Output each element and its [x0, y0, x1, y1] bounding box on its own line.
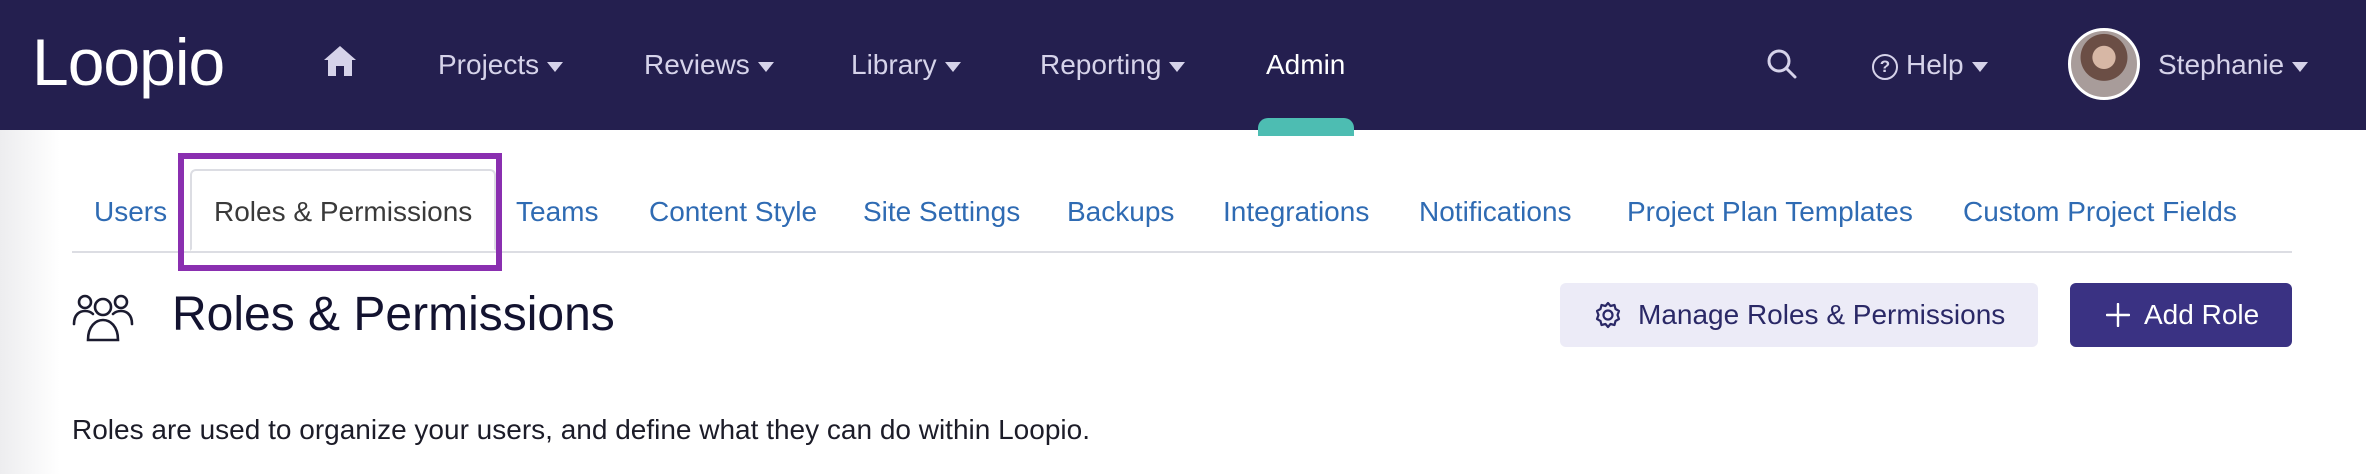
tab-notifications[interactable]: Notifications	[1419, 187, 1572, 237]
tab-highlight-box	[178, 153, 502, 271]
chevron-down-icon	[2292, 61, 2309, 72]
top-navigation-bar: Loopio Projects Reviews Library Reportin…	[0, 0, 2366, 136]
users-icon	[72, 294, 134, 342]
user-menu[interactable]: Stephanie	[2158, 40, 2309, 90]
nav-projects-label: Projects	[438, 49, 540, 80]
nav-projects[interactable]: Projects	[438, 40, 564, 90]
chevron-down-icon	[757, 61, 774, 72]
help-circle-icon: ?	[1872, 53, 1898, 80]
nav-reporting-label: Reporting	[1040, 49, 1162, 80]
tab-teams[interactable]: Teams	[516, 187, 598, 237]
tab-backups[interactable]: Backups	[1067, 187, 1174, 237]
help-menu[interactable]: ? Help	[1872, 40, 1988, 90]
plus-icon	[2106, 303, 2130, 327]
tab-custom-project-fields[interactable]: Custom Project Fields	[1963, 187, 2237, 237]
help-label: Help	[1906, 49, 1964, 80]
nav-admin-label: Admin	[1266, 49, 1346, 80]
tab-project-plan-templates[interactable]: Project Plan Templates	[1627, 187, 1913, 237]
active-nav-indicator	[1258, 118, 1354, 136]
chevron-down-icon	[1169, 61, 1186, 72]
chevron-down-icon	[1971, 61, 1988, 72]
tab-content-style[interactable]: Content Style	[649, 187, 817, 237]
nav-admin[interactable]: Admin	[1266, 40, 1345, 90]
page-title: Roles & Permissions	[172, 288, 615, 341]
tab-users[interactable]: Users	[94, 187, 167, 237]
search-icon[interactable]	[1766, 48, 1798, 80]
avatar[interactable]	[2068, 28, 2140, 100]
nav-reporting[interactable]: Reporting	[1040, 40, 1186, 90]
chevron-down-icon	[944, 61, 961, 72]
tab-integrations[interactable]: Integrations	[1223, 187, 1369, 237]
add-role-label: Add Role	[2144, 299, 2260, 330]
chevron-down-icon	[547, 61, 564, 72]
tab-site-settings[interactable]: Site Settings	[863, 187, 1020, 237]
manage-roles-label: Manage Roles & Permissions	[1638, 299, 2006, 330]
nav-reviews-label: Reviews	[644, 49, 750, 80]
user-name: Stephanie	[2158, 49, 2285, 80]
add-role-button[interactable]: Add Role	[2070, 283, 2292, 347]
gear-icon	[1595, 301, 1621, 329]
nav-library-label: Library	[851, 49, 937, 80]
page-description: Roles are used to organize your users, a…	[72, 414, 1090, 445]
manage-roles-button[interactable]: Manage Roles & Permissions	[1560, 283, 2038, 347]
home-icon[interactable]	[322, 44, 358, 78]
loopio-logo[interactable]: Loopio	[32, 26, 225, 98]
left-shade	[0, 130, 60, 474]
nav-library[interactable]: Library	[851, 40, 961, 90]
nav-reviews[interactable]: Reviews	[644, 40, 774, 90]
